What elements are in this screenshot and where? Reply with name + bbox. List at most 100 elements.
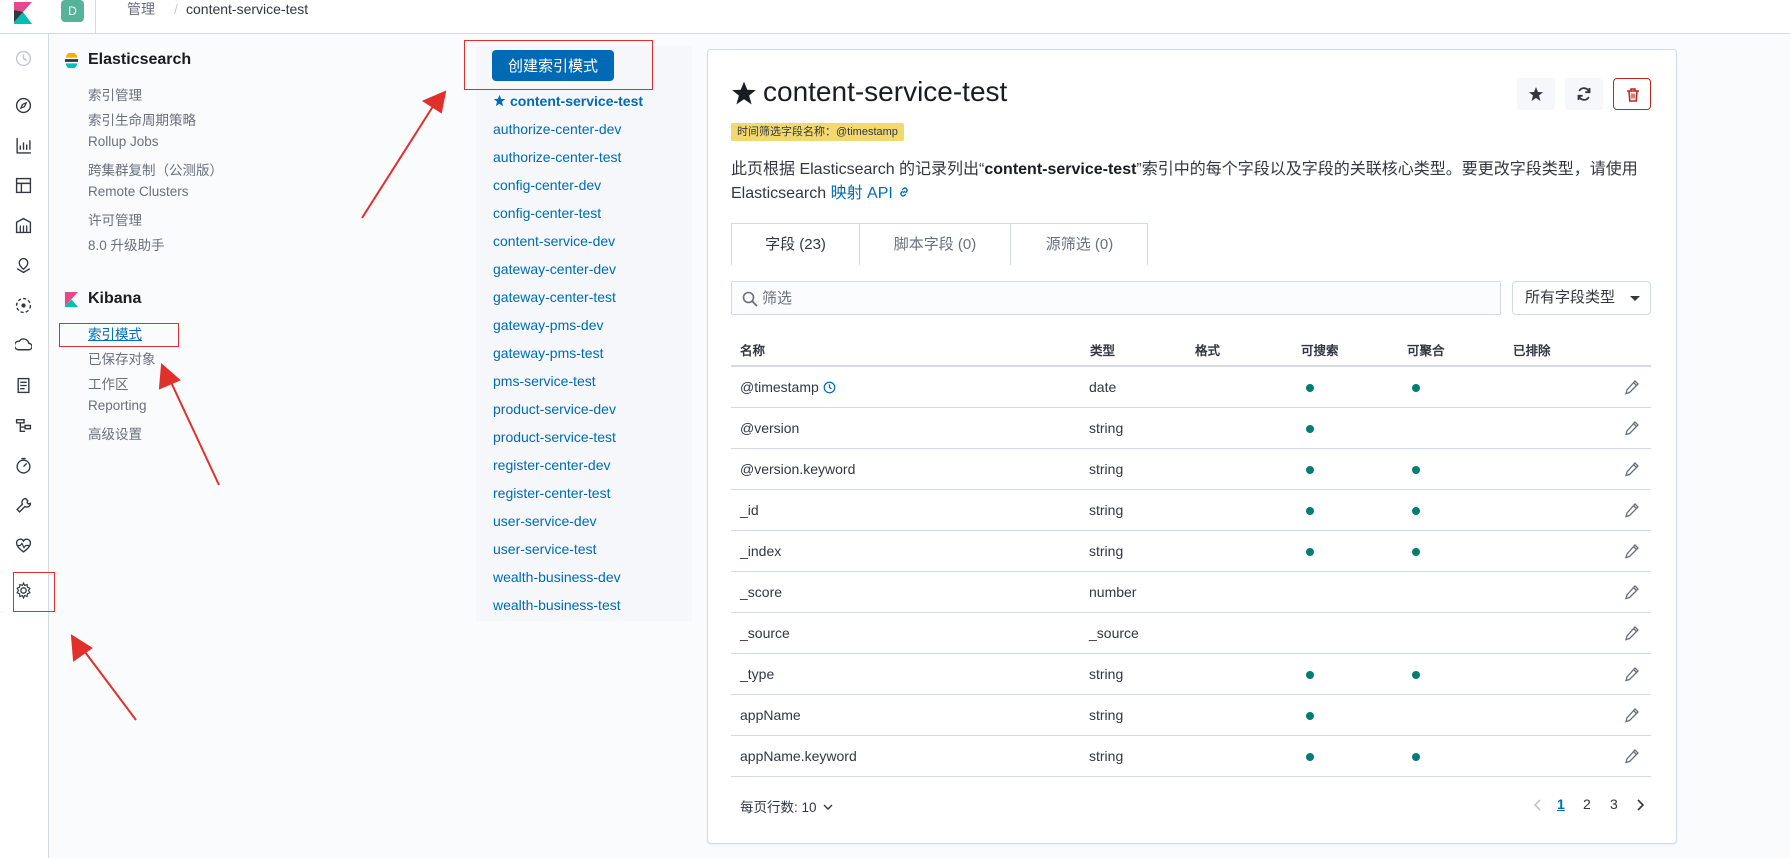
index-pattern-item[interactable]: wealth-business-test <box>493 597 621 613</box>
edit-pencil-icon[interactable] <box>1624 666 1640 682</box>
nav-ilm-policies[interactable]: 索引生命周期策略 <box>88 109 196 129</box>
prev-page-arrow-icon[interactable] <box>1532 798 1544 812</box>
delete-index-pattern-button[interactable] <box>1613 78 1651 110</box>
left-icon-nav <box>0 34 49 858</box>
field-name: _index <box>740 543 782 559</box>
page-3[interactable]: 3 <box>1610 796 1618 812</box>
col-header-name[interactable]: 名称 <box>740 340 765 359</box>
searchable-dot <box>1306 671 1314 679</box>
filter-input[interactable] <box>760 282 1460 314</box>
col-header-searchable[interactable]: 可搜索 <box>1301 340 1339 359</box>
index-pattern-item[interactable]: pms-service-test <box>493 373 596 389</box>
space-avatar[interactable]: D <box>61 0 84 22</box>
chevron-down-icon <box>823 804 833 810</box>
field-name: appName.keyword <box>740 748 857 764</box>
col-header-excluded[interactable]: 已排除 <box>1513 340 1551 359</box>
index-pattern-item[interactable]: gateway-center-test <box>493 289 616 305</box>
edit-pencil-icon[interactable] <box>1624 379 1640 395</box>
index-pattern-item[interactable]: product-service-test <box>493 429 616 445</box>
apm-icon[interactable] <box>15 417 32 434</box>
index-pattern-label: user-service-dev <box>493 513 597 529</box>
page-2[interactable]: 2 <box>1583 796 1591 812</box>
index-pattern-item[interactable]: config-center-test <box>493 205 601 221</box>
nav-reporting[interactable]: Reporting <box>88 398 147 413</box>
index-pattern-item[interactable]: product-service-dev <box>493 401 616 417</box>
infrastructure-icon[interactable] <box>13 337 33 354</box>
kibana-logo-icon[interactable] <box>12 2 34 24</box>
table-row: _index string <box>731 531 1651 572</box>
recent-clock-icon[interactable] <box>15 50 32 67</box>
index-pattern-item[interactable]: wealth-business-dev <box>493 569 621 585</box>
index-pattern-label: gateway-pms-test <box>493 345 604 361</box>
dev-tools-icon[interactable] <box>15 497 32 514</box>
uptime-icon[interactable] <box>15 457 32 474</box>
dashboard-icon[interactable] <box>15 177 32 194</box>
breadcrumb-management[interactable]: 管理 <box>127 0 155 18</box>
discover-compass-icon[interactable] <box>15 97 32 114</box>
index-pattern-item[interactable]: register-center-dev <box>493 457 611 473</box>
index-pattern-item[interactable]: user-service-dev <box>493 513 596 529</box>
edit-pencil-icon[interactable] <box>1624 461 1640 477</box>
table-row: @timestamp date <box>731 367 1651 408</box>
index-pattern-item[interactable]: content-service-dev <box>493 233 615 249</box>
canvas-icon[interactable] <box>15 217 32 234</box>
index-pattern-item[interactable]: gateway-pms-test <box>493 345 603 361</box>
searchable-dot <box>1306 425 1314 433</box>
index-pattern-item[interactable]: authorize-center-test <box>493 149 621 165</box>
index-pattern-label: config-center-dev <box>493 177 602 193</box>
ml-icon[interactable] <box>15 297 32 314</box>
edit-pencil-icon[interactable] <box>1624 707 1640 723</box>
field-name-cell: @timestamp <box>740 379 836 395</box>
index-pattern-label: register-center-test <box>493 485 611 501</box>
description-index-name: content-service-test <box>984 161 1137 178</box>
index-pattern-item[interactable]: content-service-test <box>493 93 643 109</box>
col-header-format[interactable]: 格式 <box>1195 340 1220 359</box>
visualize-chart-icon[interactable] <box>15 137 32 154</box>
index-pattern-item[interactable]: register-center-test <box>493 485 610 501</box>
index-pattern-item[interactable]: user-service-test <box>493 541 596 557</box>
table-row: @version.keyword string <box>731 449 1651 490</box>
index-pattern-item[interactable]: gateway-pms-dev <box>493 317 604 333</box>
nav-advanced-settings[interactable]: 高级设置 <box>88 423 142 443</box>
field-type-select[interactable]: 所有字段类型 <box>1512 281 1651 315</box>
edit-pencil-icon[interactable] <box>1624 502 1640 518</box>
edit-pencil-icon[interactable] <box>1624 625 1640 641</box>
annotation-box-index-patterns <box>59 323 179 347</box>
tab-source-filters[interactable]: 源筛选 (0) <box>1011 224 1148 265</box>
edit-pencil-icon[interactable] <box>1624 420 1640 436</box>
maps-icon[interactable] <box>15 257 32 274</box>
nav-rollup-jobs[interactable]: Rollup Jobs <box>88 134 159 149</box>
nav-upgrade-assistant[interactable]: 8.0 升级助手 <box>88 234 165 254</box>
nav-saved-objects[interactable]: 已保存对象 <box>88 348 156 368</box>
nav-license-management[interactable]: 许可管理 <box>88 209 142 229</box>
next-page-arrow-icon[interactable] <box>1634 798 1646 812</box>
monitoring-heartbeat-icon[interactable] <box>15 537 32 554</box>
refresh-fields-button[interactable] <box>1565 78 1603 110</box>
searchable-dot <box>1306 507 1314 515</box>
col-header-aggregatable[interactable]: 可聚合 <box>1407 340 1445 359</box>
nav-ccr[interactable]: 跨集群复制（公测版） <box>88 159 223 179</box>
nav-spaces[interactable]: 工作区 <box>88 373 129 393</box>
logs-icon[interactable] <box>15 377 32 394</box>
page-1[interactable]: 1 <box>1557 796 1565 812</box>
breadcrumb-current: content-service-test <box>186 1 309 17</box>
index-pattern-label: authorize-center-dev <box>493 121 622 137</box>
tab-fields[interactable]: 字段 (23) <box>732 224 860 265</box>
index-pattern-item[interactable]: config-center-dev <box>493 177 601 193</box>
edit-pencil-icon[interactable] <box>1624 543 1640 559</box>
rows-per-page-control[interactable]: 每页行数: 10 <box>740 796 833 816</box>
table-row: appName.keyword string <box>731 736 1651 777</box>
field-type-cell: string <box>1089 461 1124 477</box>
mapping-api-link[interactable]: 映射 API <box>831 185 912 202</box>
edit-pencil-icon[interactable] <box>1624 748 1640 764</box>
field-name: appName <box>740 707 801 723</box>
set-default-button[interactable] <box>1517 78 1555 110</box>
nav-remote-clusters[interactable]: Remote Clusters <box>88 184 189 199</box>
index-pattern-item[interactable]: gateway-center-dev <box>493 261 616 277</box>
edit-pencil-icon[interactable] <box>1624 584 1640 600</box>
tab-scripted-fields[interactable]: 脚本字段 (0) <box>860 224 1011 265</box>
index-pattern-label: product-service-dev <box>493 401 616 417</box>
nav-index-management[interactable]: 索引管理 <box>88 84 142 104</box>
index-pattern-item[interactable]: authorize-center-dev <box>493 121 621 137</box>
col-header-type[interactable]: 类型 <box>1090 340 1115 359</box>
